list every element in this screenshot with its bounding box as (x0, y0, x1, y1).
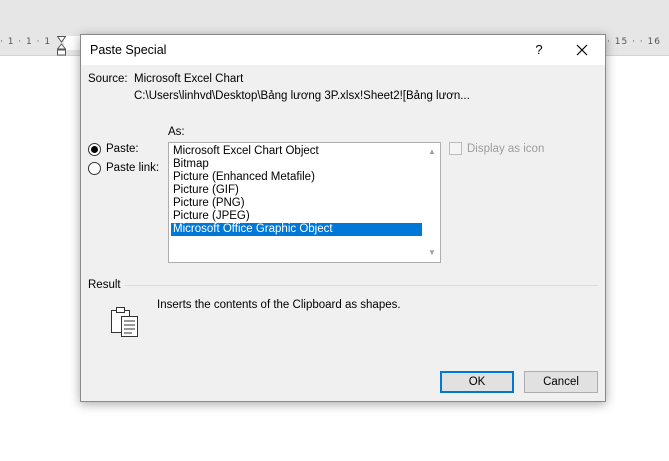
list-item[interactable]: Bitmap (171, 158, 422, 171)
listbox-scrollbar[interactable]: ▲ ▼ (424, 143, 440, 262)
paste-radio-option[interactable]: Paste: (88, 141, 139, 157)
paste-radio-label: Paste: (106, 143, 139, 155)
cancel-button[interactable]: Cancel (524, 371, 598, 393)
source-path: C:\Users\linhvd\Desktop\Bảng lương 3P.xl… (134, 90, 470, 102)
source-label: Source: (88, 73, 128, 85)
dialog-title: Paste Special (90, 43, 167, 57)
list-item[interactable]: Picture (Enhanced Metafile) (171, 171, 422, 184)
paste-radio-icon[interactable] (88, 142, 101, 156)
list-item[interactable]: Picture (PNG) (171, 197, 422, 210)
list-item[interactable]: Picture (GIF) (171, 184, 422, 197)
paste-link-radio-label: Paste link: (106, 162, 160, 174)
dialog-titlebar[interactable]: Paste Special ? (81, 35, 605, 65)
scroll-down-icon[interactable]: ▼ (427, 249, 437, 257)
ok-button[interactable]: OK (440, 371, 514, 393)
close-icon[interactable] (565, 37, 599, 63)
help-button[interactable]: ? (524, 37, 554, 63)
paste-as-listbox[interactable]: Microsoft Excel Chart Object Bitmap Pict… (168, 142, 441, 263)
ribbon-background (0, 0, 669, 33)
source-name: Microsoft Excel Chart (134, 73, 244, 85)
display-as-icon-label: Display as icon (467, 142, 545, 155)
scroll-up-icon[interactable]: ▲ (427, 148, 437, 156)
ruler-left-numbers: · 1 · 1 · 1 (0, 37, 52, 47)
ruler-right-numbers: · 15 · · 16 (607, 37, 661, 47)
list-item-selected[interactable]: Microsoft Office Graphic Object (171, 223, 422, 236)
paste-special-dialog: Paste Special ? Source: Microsoft Excel … (80, 34, 606, 402)
display-as-icon-option[interactable]: Display as icon (449, 142, 544, 155)
paste-link-radio-option[interactable]: Paste link: (88, 160, 159, 176)
as-label: As: (168, 126, 185, 138)
clipboard-icon (111, 307, 138, 337)
result-label: Result (88, 279, 121, 291)
list-item[interactable]: Microsoft Excel Chart Object (171, 145, 422, 158)
result-divider (125, 285, 598, 286)
result-description: Inserts the contents of the Clipboard as… (157, 299, 401, 311)
indent-marker-icon[interactable] (57, 36, 66, 56)
list-item[interactable]: Picture (JPEG) (171, 210, 422, 223)
paste-link-radio-icon[interactable] (88, 161, 101, 175)
display-as-icon-checkbox[interactable] (449, 142, 462, 155)
